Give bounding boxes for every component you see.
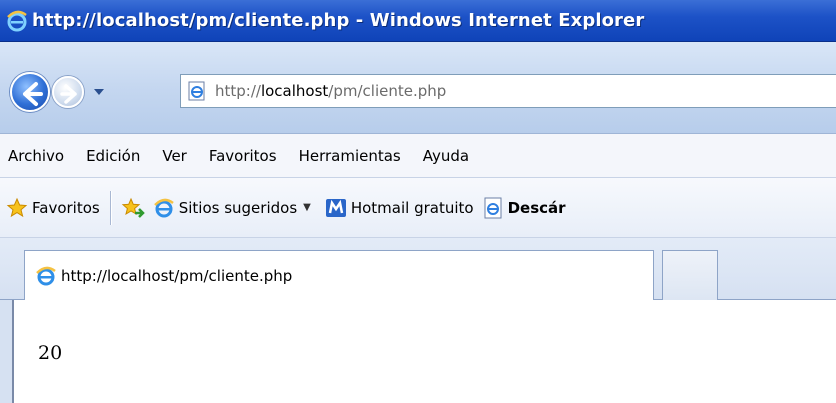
ie-logo-icon [36,266,56,286]
star-icon [6,197,28,217]
suggested-sites-button[interactable]: Sitios sugeridos ▼ [153,197,311,219]
address-input[interactable]: http://localhost/pm/cliente.php [180,74,836,108]
menu-edicion[interactable]: Edición [86,147,140,165]
favorites-bar: Favoritos Sitios sugeridos ▼ Hotmail gra… [0,178,836,238]
back-button[interactable] [10,72,50,112]
history-dropdown-icon[interactable] [92,86,106,98]
download-link[interactable]: Descár [482,197,566,219]
tab-label: http://localhost/pm/cliente.php [61,267,293,285]
back-arrow-icon [23,82,43,106]
content-value: 20 [38,342,63,364]
add-favorite-icon[interactable] [121,196,145,220]
chevron-down-icon: ▼ [303,202,311,213]
msn-m-icon [325,198,346,217]
new-tab-button[interactable] [662,250,718,300]
tab-active[interactable]: http://localhost/pm/cliente.php [24,250,654,301]
download-label: Descár [507,198,566,217]
url-path: /pm/cliente.php [328,82,447,100]
favorites-button[interactable]: Favoritos [6,197,100,219]
menu-favoritos[interactable]: Favoritos [209,147,277,165]
menu-ayuda[interactable]: Ayuda [423,147,469,165]
favorites-separator [109,190,111,225]
address-url: http://localhost/pm/cliente.php [215,82,446,100]
hotmail-label: Hotmail gratuito [350,198,474,217]
ie-logo-icon [153,198,174,217]
window-title-bar[interactable]: http://localhost/pm/cliente.php - Window… [0,0,836,42]
tab-bar: http://localhost/pm/cliente.php [0,238,836,301]
menu-bar: Archivo Edición Ver Favoritos Herramient… [0,134,836,178]
menu-herramientas[interactable]: Herramientas [299,147,401,165]
suggested-sites-label: Sitios sugeridos [178,198,298,217]
navigation-bar: http://localhost/pm/cliente.php [0,42,836,134]
favorites-label: Favoritos [32,198,100,217]
forward-arrow-icon [60,84,77,104]
page-content: 20 [12,300,836,403]
ie-logo-icon [7,10,27,31]
window-title: http://localhost/pm/cliente.php - Window… [32,10,645,31]
menu-ver[interactable]: Ver [162,147,187,165]
window-frame [0,300,12,403]
page-icon [484,197,502,218]
forward-button[interactable] [52,76,84,108]
page-icon [188,81,205,101]
url-host: localhost [260,82,329,100]
menu-archivo[interactable]: Archivo [8,147,64,165]
url-scheme: http:// [215,82,261,100]
hotmail-link[interactable]: Hotmail gratuito [325,197,474,219]
